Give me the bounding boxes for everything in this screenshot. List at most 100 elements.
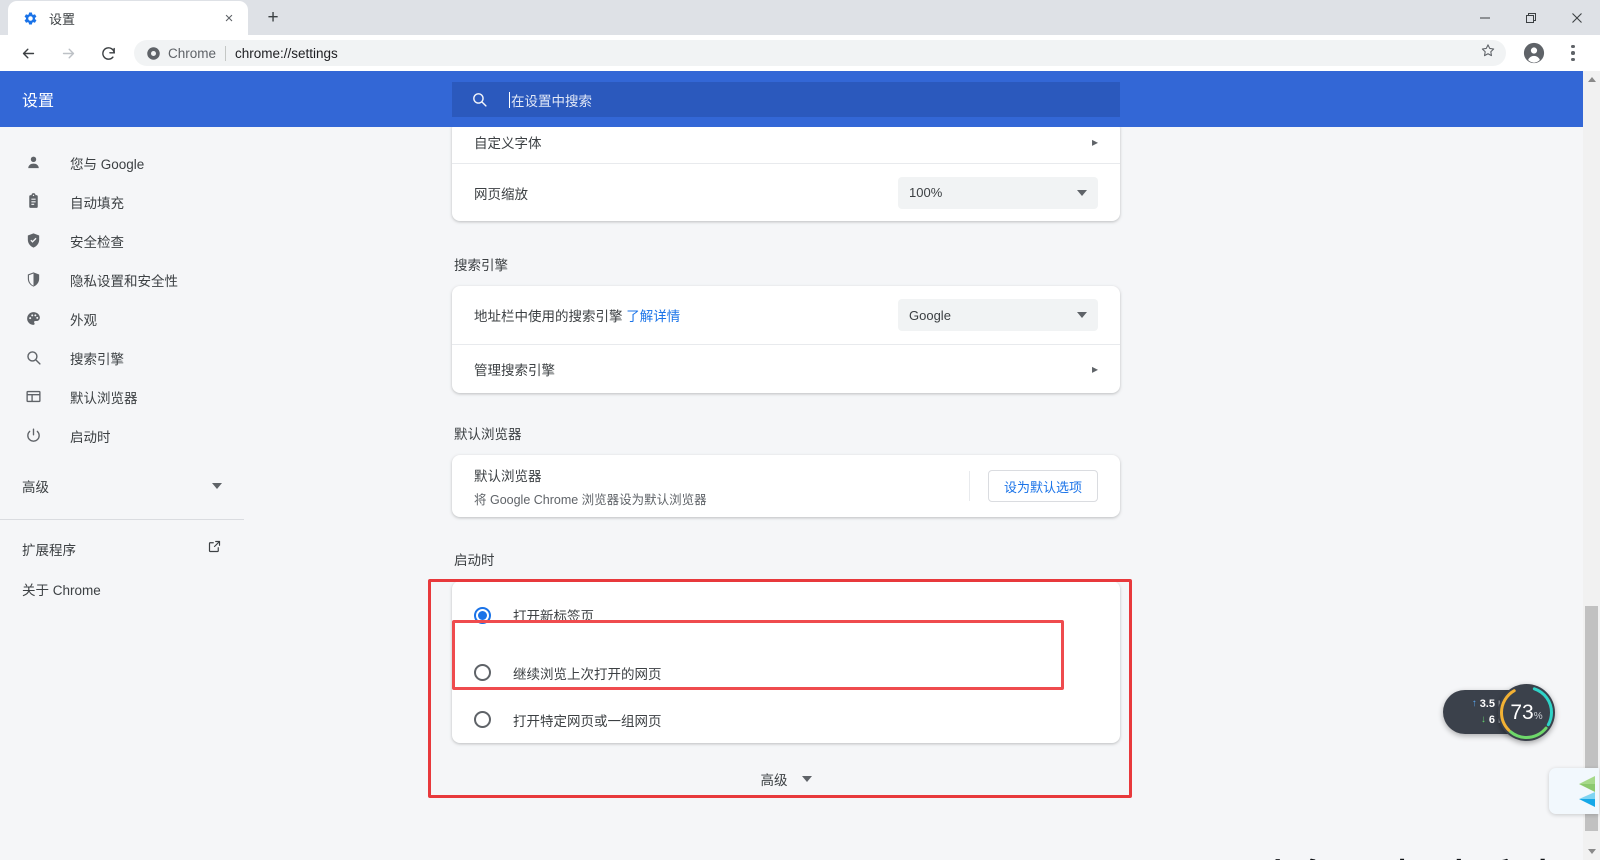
- radio-icon[interactable]: [474, 606, 491, 624]
- window-controls: [1462, 0, 1600, 35]
- minimize-icon[interactable]: [1462, 0, 1508, 35]
- forward-icon[interactable]: [53, 38, 83, 68]
- sidebar-item-about-chrome[interactable]: 关于 Chrome: [0, 569, 258, 609]
- search-input[interactable]: 在设置中搜索: [452, 82, 1120, 117]
- shield-icon: [22, 271, 44, 288]
- startup-option-label: 继续浏览上次打开的网页: [513, 666, 662, 682]
- sidebar-item-privacy-security[interactable]: 隐私设置和安全性: [0, 260, 258, 299]
- gear-icon: [22, 10, 39, 27]
- avatar[interactable]: [1519, 38, 1549, 68]
- set-default-button[interactable]: 设为默认选项: [987, 470, 1098, 502]
- radio-icon[interactable]: [474, 711, 491, 728]
- browser-menu-icon[interactable]: [1559, 38, 1587, 68]
- clipboard-icon: [22, 193, 44, 210]
- tab-title: 设置: [49, 11, 76, 27]
- sidebar-item-autofill[interactable]: 自动填充: [0, 182, 258, 221]
- sidebar-item-you-and-google[interactable]: 您与 Google: [0, 143, 258, 182]
- title-bar: 设置 × +: [0, 0, 1600, 35]
- sidebar-item-label: 默认浏览器: [70, 390, 138, 406]
- chevron-right-icon: ▸: [1091, 135, 1098, 149]
- default-browser-row: 默认浏览器 将 Google Chrome 浏览器设为默认浏览器 设为默认选项: [452, 455, 1120, 517]
- chevron-right-icon: ▸: [1091, 362, 1098, 376]
- learn-more-link[interactable]: 了解详情: [626, 309, 680, 324]
- page-zoom-row: 网页缩放 100%: [452, 163, 1120, 221]
- omnibox-separator: [225, 45, 227, 61]
- startup-option-new-tab[interactable]: 打开新标签页: [452, 581, 1120, 649]
- chevron-down-icon: [212, 483, 222, 489]
- custom-fonts-label: 自定义字体: [474, 136, 542, 151]
- page-zoom-value: 100%: [909, 185, 943, 200]
- default-browser-sub: 将 Google Chrome 浏览器设为默认浏览器: [474, 492, 707, 507]
- person-icon: [22, 154, 44, 171]
- page-scrollbar[interactable]: [1583, 71, 1600, 860]
- sidebar-item-extensions[interactable]: 扩展程序: [0, 529, 258, 569]
- text-caret: [509, 91, 510, 108]
- startup-option-continue[interactable]: 继续浏览上次打开的网页: [452, 649, 1120, 696]
- sidebar-item-advanced[interactable]: 高级: [0, 462, 258, 510]
- search-engine-value: Google: [909, 307, 951, 323]
- upload-speed-value: 3.5: [1479, 698, 1495, 710]
- download-speed-value: 6: [1488, 714, 1495, 726]
- settings-sidebar: 您与 Google 自动填充 安全检查 隐私设置和安全性 外观 搜索引擎 默认浏…: [0, 127, 258, 860]
- back-icon[interactable]: [13, 38, 43, 68]
- sidebar-item-appearance[interactable]: 外观: [0, 299, 258, 338]
- network-speed-widget[interactable]: ↑ 3.5 K/s ↓ 6 K/s 73 %: [1443, 684, 1555, 741]
- advanced-toggle[interactable]: 高级: [452, 743, 1120, 789]
- search-icon: [471, 91, 488, 108]
- startup-option-label: 打开特定网页或一组网页: [513, 713, 662, 729]
- chevron-down-icon: [801, 776, 812, 782]
- page-zoom-select[interactable]: 100%: [898, 176, 1098, 209]
- address-bar[interactable]: Chrome chrome://settings: [134, 40, 1506, 66]
- sidebar-item-label: 扩展程序: [22, 543, 76, 558]
- new-tab-button[interactable]: +: [258, 3, 288, 33]
- radio-icon[interactable]: [474, 664, 491, 681]
- sidebar-item-default-browser[interactable]: 默认浏览器: [0, 377, 258, 416]
- startup-card: 打开新标签页 继续浏览上次打开的网页 打开特定网页或一组网页: [452, 581, 1120, 743]
- search-engine-select[interactable]: Google: [898, 299, 1098, 331]
- sidebar-item-label: 安全检查: [70, 234, 124, 250]
- browser-window: 设置 × + Chrome chrome://settings 设置 在设置中搜…: [0, 0, 1600, 860]
- close-icon[interactable]: ×: [220, 9, 238, 27]
- sidebar-item-label: 搜索引擎: [70, 351, 124, 367]
- search-engine-card: 地址栏中使用的搜索引擎 了解详情 Google 管理搜索引擎 ▸: [452, 286, 1120, 393]
- sidebar-advanced-label: 高级: [22, 480, 49, 495]
- appearance-card: 自定义字体 ▸ 网页缩放 100%: [452, 127, 1120, 221]
- scroll-up-icon[interactable]: [1583, 71, 1600, 88]
- sidebar-divider: [0, 519, 244, 520]
- arrow-up-icon: ↑: [1471, 698, 1477, 709]
- sidebar-item-label: 关于 Chrome: [22, 583, 101, 598]
- default-browser-section-title: 默认浏览器: [454, 427, 522, 442]
- reload-icon[interactable]: [93, 38, 123, 68]
- settings-content: 自定义字体 ▸ 网页缩放 100% 搜索引擎 地址栏中使用的搜索引擎 了解详情 …: [258, 127, 1588, 860]
- address-bar-engine-row: 地址栏中使用的搜索引擎 了解详情 Google: [452, 286, 1120, 344]
- sidebar-item-safety-check[interactable]: 安全检查: [0, 221, 258, 260]
- usage-gauge[interactable]: 73 %: [1498, 684, 1555, 741]
- close-window-icon[interactable]: [1554, 0, 1600, 35]
- browser-toolbar: Chrome chrome://settings: [0, 35, 1600, 71]
- bookmark-star-icon[interactable]: [1480, 43, 1496, 64]
- startup-section-title: 启动时: [454, 553, 495, 568]
- search-placeholder: 在设置中搜索: [511, 93, 592, 109]
- sidebar-item-label: 外观: [70, 312, 97, 328]
- browser-tab-settings[interactable]: 设置 ×: [8, 1, 248, 35]
- page-title: 设置: [22, 93, 55, 110]
- startup-option-label: 打开新标签页: [513, 609, 594, 624]
- address-bar-engine-text: 地址栏中使用的搜索引擎: [474, 309, 623, 324]
- url-text: chrome://settings: [235, 45, 338, 61]
- settings-page: 设置 在设置中搜索 您与 Google 自动填充 安全检查 隐私设置和安全性 外…: [0, 71, 1600, 860]
- arrow-down-icon: ↓: [1480, 714, 1486, 725]
- address-bar-engine-label: 地址栏中使用的搜索引擎 了解详情: [474, 305, 898, 325]
- floating-app-icon[interactable]: [1549, 768, 1599, 814]
- startup-option-specific-pages[interactable]: 打开特定网页或一组网页: [452, 696, 1120, 743]
- settings-header: 设置 在设置中搜索: [0, 71, 1600, 127]
- maximize-icon[interactable]: [1508, 0, 1554, 35]
- manage-search-engines-row[interactable]: 管理搜索引擎 ▸: [452, 344, 1120, 393]
- vertical-divider: [968, 471, 970, 501]
- sidebar-item-label: 自动填充: [70, 195, 124, 211]
- scroll-down-icon[interactable]: [1583, 843, 1600, 860]
- custom-fonts-row[interactable]: 自定义字体 ▸: [452, 127, 1120, 163]
- sidebar-item-on-startup[interactable]: 启动时: [0, 416, 258, 455]
- sidebar-item-search-engine[interactable]: 搜索引擎: [0, 338, 258, 377]
- power-icon: [22, 427, 44, 444]
- sidebar-item-label: 启动时: [70, 429, 111, 445]
